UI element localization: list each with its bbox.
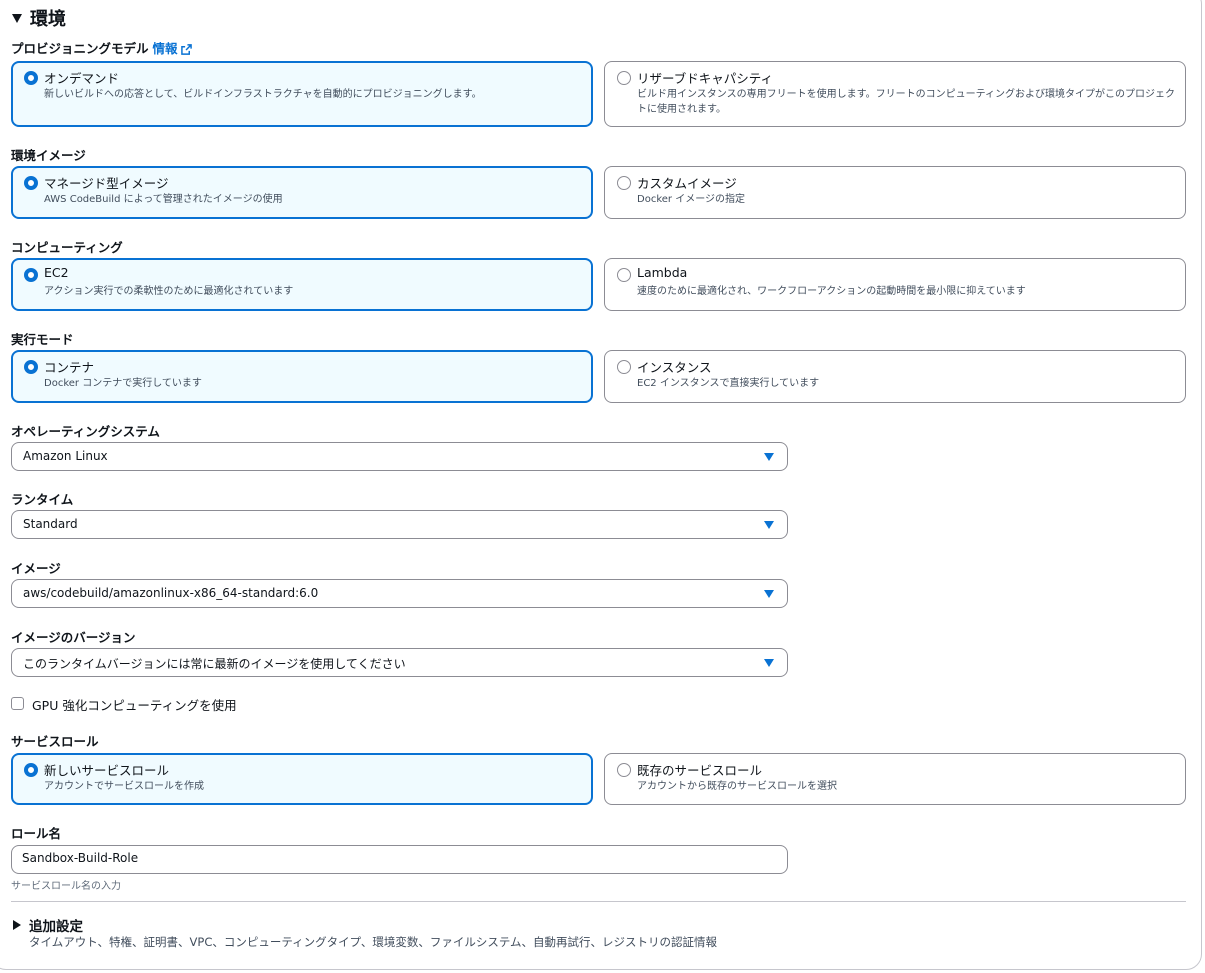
option-description: 新しいビルドへの応答として、ビルドインフラストラクチャを自動的にプロビジョニング… xyxy=(44,89,482,100)
provisioning-model-label-text: プロビジョニングモデル xyxy=(11,41,149,56)
option-title: リザーブドキャパシティ xyxy=(637,71,774,86)
service-role-label: サービスロール xyxy=(11,734,99,749)
environment-image-label: 環境イメージ xyxy=(11,148,86,163)
role-name-input[interactable] xyxy=(22,851,762,865)
environment-section-toggle[interactable]: 環境 xyxy=(12,5,66,31)
external-link-icon xyxy=(180,44,192,55)
radio-selected-icon xyxy=(24,71,38,85)
compute-option-ec2[interactable]: EC2 アクション実行での柔軟性のために最適化されています xyxy=(11,258,593,311)
image-version-label: イメージのバージョン xyxy=(11,630,136,645)
option-title: 既存のサービスロール xyxy=(637,763,763,778)
provisioning-model-label: プロビジョニングモデル 情報 xyxy=(11,38,192,57)
option-title: EC2 xyxy=(44,265,69,280)
compute-label: コンピューティング xyxy=(11,240,123,255)
caret-down-icon xyxy=(12,13,22,23)
os-select-value: Amazon Linux xyxy=(23,449,108,463)
caret-right-icon xyxy=(13,920,21,930)
option-description: Docker コンテナで実行しています xyxy=(44,378,202,389)
radio-unselected-icon xyxy=(617,176,631,190)
option-title: Lambda xyxy=(637,265,688,280)
option-title: インスタンス xyxy=(637,360,712,375)
service-role-option-existing[interactable]: 既存のサービスロール アカウントから既存のサービスロールを選択 xyxy=(604,753,1186,805)
role-name-field[interactable] xyxy=(11,845,788,874)
run-mode-option-container[interactable]: コンテナ Docker コンテナで実行しています xyxy=(11,350,593,403)
option-title: カスタムイメージ xyxy=(637,176,737,191)
image-version-select[interactable]: このランタイムバージョンには常に最新のイメージを使用してください xyxy=(11,648,788,677)
environment-panel xyxy=(0,0,1202,970)
radio-unselected-icon xyxy=(617,71,631,85)
option-description: アクション実行での柔軟性のために最適化されています xyxy=(44,286,294,297)
option-description: 速度のために最適化され、ワークフローアクションの起動時間を最小限に抑えています xyxy=(637,286,1026,297)
option-description: アカウントでサービスロールを作成 xyxy=(44,781,204,792)
env-image-option-custom[interactable]: カスタムイメージ Docker イメージの指定 xyxy=(604,166,1186,219)
runtime-label: ランタイム xyxy=(11,492,74,507)
option-title: オンデマンド xyxy=(44,71,120,86)
gpu-checkbox[interactable] xyxy=(11,697,24,710)
radio-unselected-icon xyxy=(617,360,631,374)
additional-settings-title: 追加設定 xyxy=(29,919,83,935)
image-select-value: aws/codebuild/amazonlinux-x86_64-standar… xyxy=(23,586,319,600)
role-name-label: ロール名 xyxy=(11,826,62,841)
runtime-select-value: Standard xyxy=(23,517,78,531)
dropdown-caret-icon xyxy=(764,453,774,461)
image-select[interactable]: aws/codebuild/amazonlinux-x86_64-standar… xyxy=(11,579,788,608)
service-role-option-new[interactable]: 新しいサービスロール アカウントでサービスロールを作成 xyxy=(11,753,593,805)
image-label: イメージ xyxy=(11,561,61,576)
os-label: オペレーティングシステム xyxy=(11,424,160,439)
image-version-select-value: このランタイムバージョンには常に最新のイメージを使用してください xyxy=(23,657,406,671)
additional-settings-description: タイムアウト、特権、証明書、VPC、コンピューティングタイプ、環境変数、ファイル… xyxy=(29,935,717,949)
provisioning-option-reserved-capacity[interactable]: リザーブドキャパシティ ビルド用インスタンスの専用フリートを使用します。フリート… xyxy=(604,61,1186,127)
option-title: 新しいサービスロール xyxy=(44,763,170,778)
radio-selected-icon xyxy=(24,176,38,190)
option-title: コンテナ xyxy=(44,360,95,375)
runtime-select[interactable]: Standard xyxy=(11,510,788,539)
gpu-checkbox-label[interactable]: GPU 強化コンピューティングを使用 xyxy=(32,695,237,714)
section-title: 環境 xyxy=(30,9,66,30)
info-link[interactable]: 情報 xyxy=(153,41,192,56)
option-description: アカウントから既存のサービスロールを選択 xyxy=(637,781,837,792)
env-image-option-managed[interactable]: マネージド型イメージ AWS CodeBuild によって管理されたイメージの使… xyxy=(11,166,593,219)
compute-option-lambda[interactable]: Lambda 速度のために最適化され、ワークフローアクションの起動時間を最小限に… xyxy=(604,258,1186,311)
radio-selected-icon xyxy=(24,268,38,282)
dropdown-caret-icon xyxy=(764,590,774,598)
run-mode-label: 実行モード xyxy=(11,332,74,347)
section-divider xyxy=(11,901,1186,902)
radio-selected-icon xyxy=(24,763,38,777)
run-mode-option-instance[interactable]: インスタンス EC2 インスタンスで直接実行しています xyxy=(604,350,1186,403)
info-link-text: 情報 xyxy=(152,41,178,56)
os-select[interactable]: Amazon Linux xyxy=(11,442,788,471)
role-name-hint: サービスロール名の入力 xyxy=(11,881,121,892)
option-title: マネージド型イメージ xyxy=(44,176,169,191)
dropdown-caret-icon xyxy=(764,521,774,529)
dropdown-caret-icon xyxy=(764,659,774,667)
radio-selected-icon xyxy=(24,360,38,374)
option-description: AWS CodeBuild によって管理されたイメージの使用 xyxy=(44,194,283,205)
option-description: Docker イメージの指定 xyxy=(637,194,745,205)
option-description: EC2 インスタンスで直接実行しています xyxy=(637,378,820,389)
radio-unselected-icon xyxy=(617,763,631,777)
option-description: ビルド用インスタンスの専用フリートを使用します。フリートのコンピューティングおよ… xyxy=(637,89,1175,115)
additional-settings-toggle[interactable]: 追加設定 xyxy=(13,915,83,935)
provisioning-option-on-demand[interactable]: オンデマンド 新しいビルドへの応答として、ビルドインフラストラクチャを自動的にプ… xyxy=(11,61,593,127)
radio-unselected-icon xyxy=(617,268,631,282)
